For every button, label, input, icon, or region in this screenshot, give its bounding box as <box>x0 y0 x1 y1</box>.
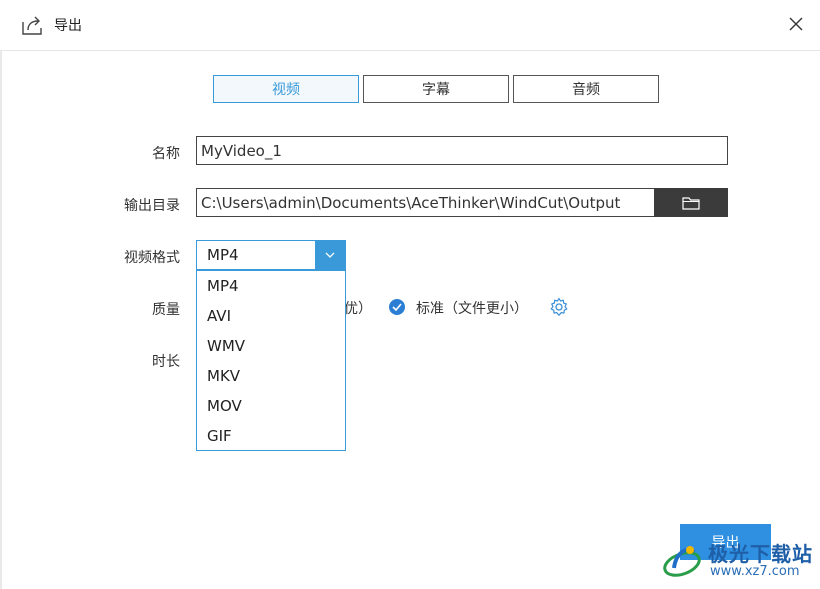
export-dialog: 导出 视频 字幕 音频 名称 MyVideo_1 输出目录 C:\Users\a… <box>0 0 820 589</box>
tab-subtitle[interactable]: 字幕 <box>363 75 509 103</box>
aurora-logo-icon <box>663 546 701 577</box>
chevron-down-icon[interactable] <box>315 241 345 269</box>
tab-audio[interactable]: 音频 <box>513 75 659 103</box>
quality-option-standard-label[interactable]: 标准（文件更小） <box>416 298 528 318</box>
format-option-wmv[interactable]: WMV <box>197 331 345 361</box>
watermark-logo: 极光下载站 www.xz7.com <box>660 536 816 584</box>
format-label: 视频格式 <box>124 250 180 266</box>
close-icon[interactable] <box>786 14 806 34</box>
title-bar: 导出 <box>0 0 820 51</box>
folder-icon <box>682 196 700 210</box>
watermark-url: www.xz7.com <box>710 564 800 579</box>
format-option-gif[interactable]: GIF <box>197 421 345 451</box>
browse-folder-button[interactable] <box>654 188 728 217</box>
window-edge <box>0 50 2 589</box>
export-icon <box>22 16 42 35</box>
quality-option-high-label: 优） <box>344 301 372 317</box>
output-dir-input[interactable]: C:\Users\admin\Documents\AceThinker\Wind… <box>196 188 655 217</box>
output-dir-label: 输出目录 <box>124 198 180 214</box>
format-option-avi[interactable]: AVI <box>197 301 345 331</box>
format-selected-value: MP4 <box>207 246 239 264</box>
watermark-text: 极光下载站 <box>708 542 813 566</box>
quality-standard-check-icon[interactable] <box>389 299 405 315</box>
format-select[interactable]: MP4 <box>196 240 346 270</box>
tab-video[interactable]: 视频 <box>213 75 359 103</box>
quality-label: 质量 <box>152 302 180 318</box>
dialog-title: 导出 <box>54 18 82 34</box>
format-option-mkv[interactable]: MKV <box>197 361 345 391</box>
name-label: 名称 <box>152 146 180 162</box>
format-option-mp4[interactable]: MP4 <box>197 271 345 301</box>
gear-icon[interactable] <box>549 297 569 317</box>
format-dropdown: MP4 AVI WMV MKV MOV GIF <box>196 270 346 451</box>
name-input[interactable]: MyVideo_1 <box>196 136 728 165</box>
duration-label: 时长 <box>152 354 180 370</box>
format-option-mov[interactable]: MOV <box>197 391 345 421</box>
